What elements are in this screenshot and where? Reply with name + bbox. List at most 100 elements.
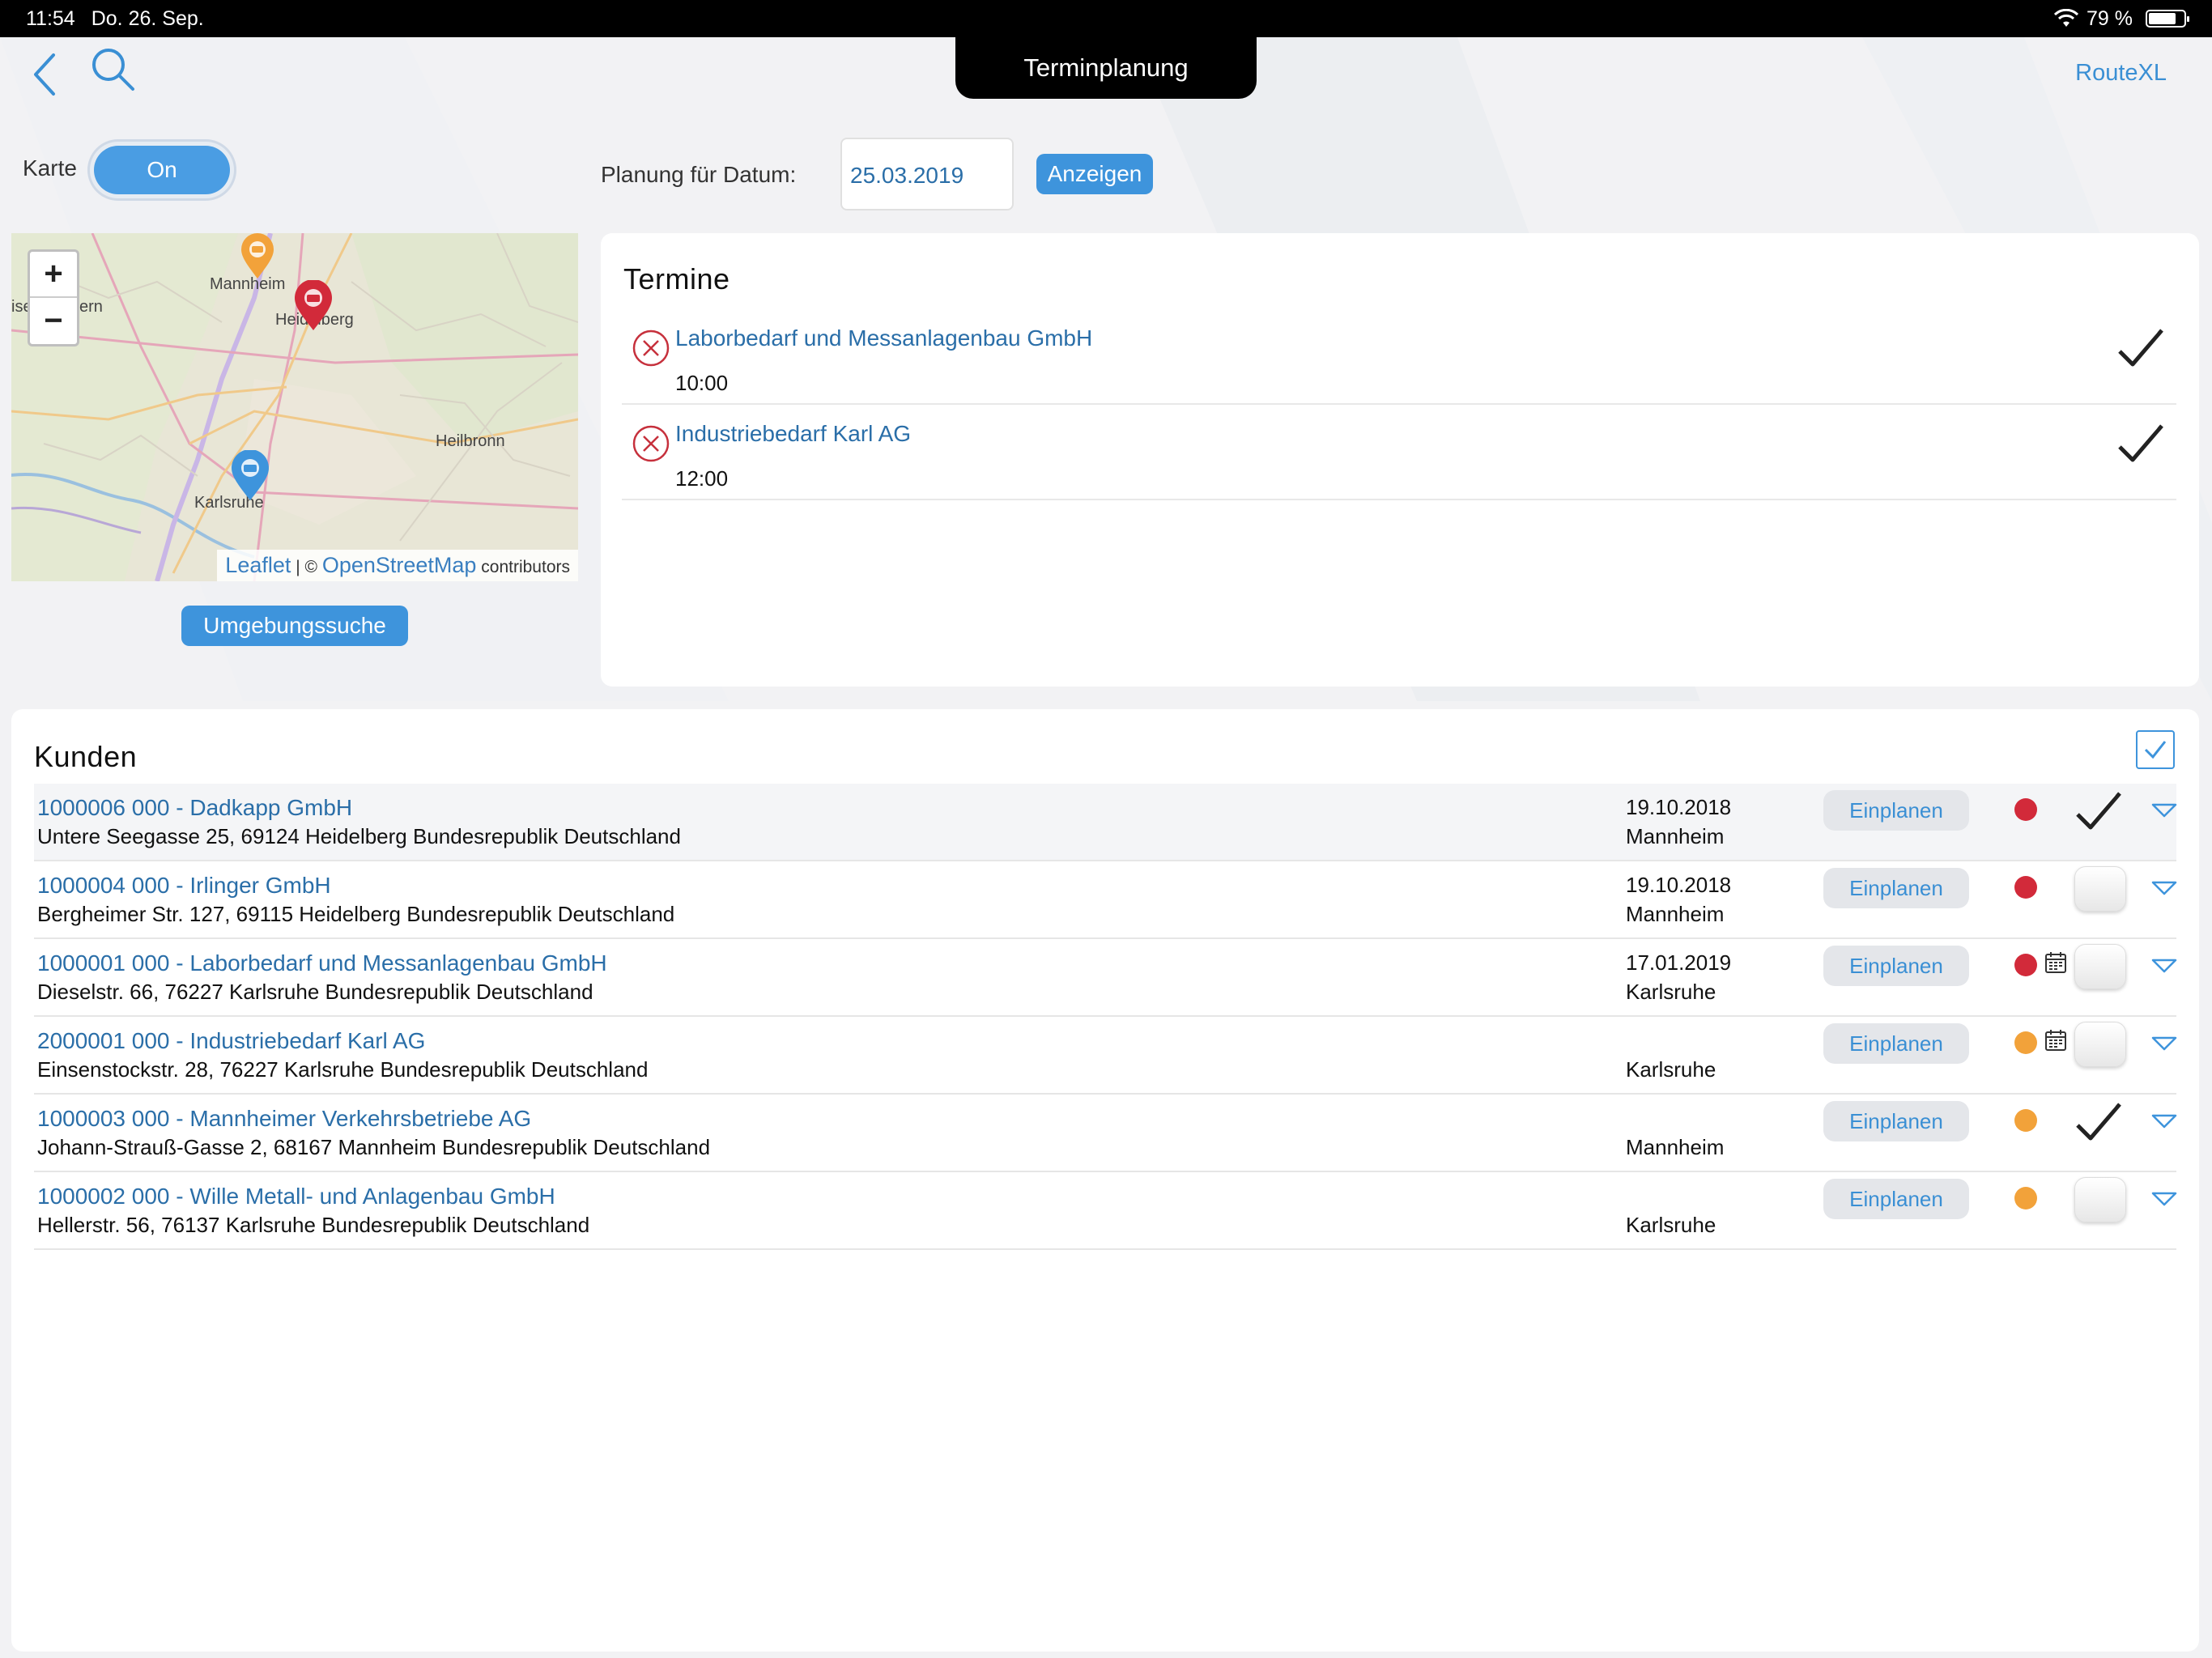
search-button[interactable] bbox=[89, 45, 136, 94]
customer-date: 19.10.2018 bbox=[1626, 795, 1732, 819]
customer-name[interactable]: 1000006 000 - Dadkapp GmbH bbox=[37, 795, 352, 821]
map-label-heilbronn: Heilbronn bbox=[436, 432, 505, 450]
leaflet-link[interactable]: Leaflet bbox=[225, 553, 291, 577]
map-marker-red[interactable] bbox=[293, 280, 334, 332]
status-date: Do. 26. Sep. bbox=[91, 6, 204, 30]
check-icon[interactable] bbox=[2115, 419, 2168, 466]
chevron-down-icon[interactable] bbox=[2150, 1112, 2178, 1130]
customer-city: Karlsruhe bbox=[1626, 1057, 1716, 1082]
chevron-left-icon bbox=[34, 53, 55, 96]
customer-name[interactable]: 1000002 000 - Wille Metall- und Anlagenb… bbox=[37, 1184, 555, 1209]
status-dot bbox=[2014, 876, 2037, 899]
einplanen-button[interactable]: Einplanen bbox=[1823, 790, 1969, 831]
status-bar: 11:54 Do. 26. Sep. 79 % bbox=[0, 0, 2212, 37]
calendar-icon bbox=[2045, 1030, 2066, 1051]
planung-date-input[interactable] bbox=[840, 138, 1014, 210]
map-label-edge-right: ern bbox=[79, 298, 103, 316]
customer-date: 17.01.2019 bbox=[1626, 950, 1732, 975]
map-attribution: Leaflet | © OpenStreetMap contributors bbox=[217, 550, 578, 581]
back-button[interactable] bbox=[29, 50, 62, 99]
zoom-out-button[interactable]: − bbox=[30, 298, 77, 344]
select-toggle[interactable] bbox=[2074, 1022, 2126, 1067]
select-toggle[interactable] bbox=[2074, 944, 2126, 989]
check-icon[interactable] bbox=[2073, 787, 2126, 834]
status-dot bbox=[2014, 1031, 2037, 1054]
search-icon bbox=[92, 49, 134, 91]
termin-time: 10:00 bbox=[675, 371, 729, 395]
planung-label: Planung für Datum: bbox=[601, 162, 797, 187]
attribution-suffix: contributors bbox=[481, 558, 570, 576]
remove-icon[interactable] bbox=[632, 329, 670, 368]
status-dot bbox=[2014, 1187, 2037, 1209]
customer-name[interactable]: 1000003 000 - Mannheimer Verkehrsbetrieb… bbox=[37, 1106, 531, 1132]
customer-row[interactable]: 1000006 000 - Dadkapp GmbH Untere Seegass… bbox=[34, 784, 2178, 861]
anzeigen-button[interactable]: Anzeigen bbox=[1036, 154, 1153, 194]
customer-city: Mannheim bbox=[1626, 1135, 1725, 1159]
einplanen-button[interactable]: Einplanen bbox=[1823, 1023, 1969, 1064]
karte-toggle[interactable]: On bbox=[87, 139, 236, 201]
customer-address: Bergheimer Str. 127, 69115 Heidelberg Bu… bbox=[37, 902, 675, 926]
checkmark-icon bbox=[2144, 741, 2167, 759]
map-zoom-control: + − bbox=[28, 249, 79, 346]
customer-row[interactable]: 1000004 000 - Irlinger GmbH Bergheimer St… bbox=[34, 861, 2178, 939]
einplanen-button[interactable]: Einplanen bbox=[1823, 1179, 1969, 1219]
osm-link[interactable]: OpenStreetMap bbox=[322, 553, 477, 577]
calendar-icon bbox=[2045, 952, 2066, 973]
customer-name[interactable]: 1000004 000 - Irlinger GmbH bbox=[37, 873, 331, 899]
einplanen-button[interactable]: Einplanen bbox=[1823, 868, 1969, 908]
chevron-down-icon[interactable] bbox=[2150, 879, 2178, 897]
customer-city: Karlsruhe bbox=[1626, 980, 1716, 1004]
termin-name[interactable]: Laborbedarf und Messanlagenbau GmbH bbox=[675, 325, 1092, 351]
termin-row[interactable]: Industriebedarf Karl AG 12:00 bbox=[622, 405, 2176, 500]
termin-row[interactable]: Laborbedarf und Messanlagenbau GmbH 10:00 bbox=[622, 309, 2176, 405]
battery-icon bbox=[2146, 10, 2189, 28]
wifi-icon bbox=[2054, 9, 2079, 27]
customer-name[interactable]: 1000001 000 - Laborbedarf und Messanlage… bbox=[37, 950, 607, 976]
karte-label: Karte bbox=[23, 155, 77, 181]
einplanen-button[interactable]: Einplanen bbox=[1823, 1101, 1969, 1141]
select-all-checkbox[interactable] bbox=[2136, 730, 2175, 769]
status-right: 79 % bbox=[2054, 6, 2189, 31]
map-marker-blue[interactable] bbox=[230, 450, 270, 502]
customer-address: Johann-Strauß-Gasse 2, 68167 Mannheim Bu… bbox=[37, 1135, 711, 1159]
termine-card: Termine Laborbedarf und Messanlagenbau G… bbox=[601, 233, 2199, 687]
customer-address: Einsenstockstr. 28, 76227 Karlsruhe Bund… bbox=[37, 1057, 649, 1082]
remove-icon[interactable] bbox=[632, 424, 670, 463]
chevron-down-icon[interactable] bbox=[2150, 801, 2178, 819]
termine-title: Termine bbox=[623, 262, 730, 295]
select-toggle[interactable] bbox=[2074, 1177, 2126, 1222]
customer-city: Mannheim bbox=[1626, 824, 1725, 848]
chevron-down-icon[interactable] bbox=[2150, 1035, 2178, 1052]
check-icon[interactable] bbox=[2073, 1098, 2126, 1145]
einplanen-button[interactable]: Einplanen bbox=[1823, 946, 1969, 986]
map-marker-orange[interactable] bbox=[240, 233, 275, 280]
customer-row[interactable]: 1000003 000 - Mannheimer Verkehrsbetrieb… bbox=[34, 1095, 2178, 1172]
status-time: 11:54 bbox=[26, 6, 75, 30]
customer-address: Hellerstr. 56, 76137 Karlsruhe Bundesrep… bbox=[37, 1213, 590, 1237]
termin-time: 12:00 bbox=[675, 466, 729, 491]
karte-toggle-value: On bbox=[94, 146, 230, 194]
customer-city: Karlsruhe bbox=[1626, 1213, 1716, 1237]
chevron-down-icon[interactable] bbox=[2150, 957, 2178, 975]
kunden-card: Kunden 1000006 000 - Dadkapp GmbH Untere … bbox=[11, 709, 2199, 1652]
customer-row[interactable]: 2000001 000 - Industriebedarf Karl AG Ein… bbox=[34, 1017, 2178, 1095]
customer-row[interactable]: 1000001 000 - Laborbedarf und Messanlage… bbox=[34, 939, 2178, 1017]
customer-row[interactable]: 1000002 000 - Wille Metall- und Anlagenb… bbox=[34, 1172, 2178, 1250]
select-toggle[interactable] bbox=[2074, 866, 2126, 912]
status-dot bbox=[2014, 1109, 2037, 1132]
customer-city: Mannheim bbox=[1626, 902, 1725, 926]
routexl-link[interactable]: RouteXL bbox=[2075, 60, 2167, 87]
chevron-down-icon[interactable] bbox=[2150, 1190, 2178, 1208]
zoom-in-button[interactable]: + bbox=[30, 252, 77, 298]
umgebungssuche-button[interactable]: Umgebungssuche bbox=[181, 606, 408, 646]
customer-name[interactable]: 2000001 000 - Industriebedarf Karl AG bbox=[37, 1028, 425, 1054]
customer-address: Dieselstr. 66, 76227 Karlsruhe Bundesrep… bbox=[37, 980, 593, 1004]
battery-percent: 79 % bbox=[2087, 6, 2133, 30]
attribution-sep: | © bbox=[296, 558, 317, 576]
termin-name[interactable]: Industriebedarf Karl AG bbox=[675, 421, 911, 447]
customer-date: 19.10.2018 bbox=[1626, 873, 1732, 897]
status-dot bbox=[2014, 798, 2037, 821]
map-view[interactable]: Mannheim Heidelberg Heilbronn Karlsruhe … bbox=[11, 233, 578, 581]
check-icon[interactable] bbox=[2115, 324, 2168, 371]
kunden-title: Kunden bbox=[34, 740, 138, 773]
